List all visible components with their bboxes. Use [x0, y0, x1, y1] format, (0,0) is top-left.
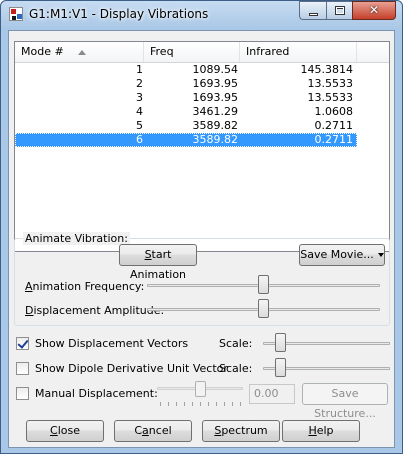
table-row[interactable]: 6 3589.82 0.2711	[15, 133, 357, 147]
displacement-amplitude-label: Displacement Amplitude:	[25, 304, 165, 317]
slider-tick	[160, 402, 161, 406]
close-window-button[interactable]: ✕	[352, 1, 396, 20]
infrared-cell: 1.0608	[314, 105, 354, 118]
maximize-icon	[335, 6, 345, 15]
list-body: 1 1089.54 145.3814 2 1693.95 13.5533 3 1693.95 1…	[15, 63, 389, 147]
table-row[interactable]: 5 3589.82 0.2711	[15, 119, 389, 133]
mode-cell: 2	[136, 77, 143, 90]
slider-tick	[200, 402, 201, 406]
freq-cell: 3461.29	[192, 105, 239, 118]
manual-displacement-value[interactable]: 0.00	[249, 384, 295, 404]
window-title: G1:M1:V1 - Display Vibrations	[29, 7, 209, 21]
slider-tick	[232, 402, 233, 406]
animation-frequency-slider[interactable]	[258, 275, 269, 294]
freq-cell: 1693.95	[192, 77, 239, 90]
help-button[interactable]: Help	[282, 420, 360, 442]
slider-tick	[168, 402, 169, 406]
column-header-freq[interactable]: Freq	[144, 42, 240, 62]
slider-tick	[176, 402, 177, 406]
animation-frequency-label: Animation Frequency:	[25, 280, 145, 293]
spectrum-button[interactable]: Spectrum	[202, 420, 280, 442]
checkmark-icon	[17, 337, 29, 349]
mode-cell: 4	[136, 105, 143, 118]
infrared-cell: 13.5533	[307, 77, 354, 90]
slider-tick	[192, 402, 193, 406]
minimize-icon	[309, 13, 318, 16]
table-row[interactable]: 4 3461.29 1.0608	[15, 105, 389, 119]
show-displacement-vectors-label: Show Displacement Vectors	[35, 337, 189, 350]
slider-tick	[216, 402, 217, 406]
close-icon: ✕	[368, 3, 380, 17]
vibration-modes-list[interactable]: Mode # Freq Infrared 1 1089.54 145.3814 2 16…	[14, 41, 390, 252]
title-bar[interactable]: G1:M1:V1 - Display Vibrations ✕	[1, 1, 402, 29]
slider-tick	[224, 402, 225, 406]
dipole-scale-slider[interactable]	[274, 358, 286, 377]
maximize-button[interactable]	[326, 1, 352, 20]
caption-buttons: ✕	[299, 1, 396, 21]
slider-tick	[240, 402, 241, 406]
mode-cell: 5	[136, 119, 143, 132]
list-header: Mode # Freq Infrared	[15, 42, 389, 63]
table-row[interactable]: 1 1089.54 145.3814	[15, 63, 389, 77]
displacement-scale-label: Scale:	[219, 337, 253, 350]
mode-cell: 1	[136, 63, 143, 76]
display-vibrations-window: G1:M1:V1 - Display Vibrations ✕ Mode # F…	[0, 0, 403, 454]
dialog-client-area: Mode # Freq Infrared 1 1089.54 145.3814 2 16…	[8, 30, 395, 448]
sort-ascending-icon	[77, 49, 86, 55]
slider-tick	[208, 402, 209, 406]
show-displacement-vectors-checkbox[interactable]	[16, 337, 29, 350]
close-button[interactable]: Close	[26, 420, 104, 442]
column-header-mode[interactable]: Mode #	[15, 42, 144, 62]
manual-displacement-ticks	[160, 402, 242, 406]
freq-cell: 3589.82	[192, 119, 239, 132]
show-dipole-derivative-checkbox[interactable]	[16, 362, 29, 375]
freq-cell: 1089.54	[192, 63, 239, 76]
manual-displacement-slider[interactable]	[194, 381, 206, 397]
displacement-scale-slider[interactable]	[274, 333, 286, 352]
freq-cell: 1693.95	[192, 91, 239, 104]
animate-vibration-label: Animate Vibration:	[23, 232, 130, 245]
save-movie-button[interactable]: Save Movie...	[299, 244, 385, 266]
cancel-button[interactable]: Cancel	[114, 420, 192, 442]
column-header-infrared[interactable]: Infrared	[240, 42, 357, 62]
manual-displacement-checkbox[interactable]	[16, 387, 29, 400]
table-row[interactable]: 3 1693.95 13.5533	[15, 91, 389, 105]
manual-displacement-label: Manual Displacement:	[35, 387, 158, 400]
mode-cell: 3	[136, 91, 143, 104]
start-animation-button[interactable]: Start Animation	[119, 244, 197, 281]
show-dipole-derivative-label: Show Dipole Derivative Unit Vector	[35, 362, 228, 375]
infrared-cell: 0.2711	[314, 119, 354, 132]
dropdown-arrow-icon	[377, 253, 384, 257]
minimize-button[interactable]	[299, 1, 326, 20]
dipole-scale-label: Scale:	[219, 362, 253, 375]
save-structure-button[interactable]: Save Structure...	[302, 383, 388, 420]
infrared-cell: 13.5533	[307, 91, 354, 104]
table-row[interactable]: 2 1693.95 13.5533	[15, 77, 389, 91]
displacement-amplitude-slider[interactable]	[258, 299, 269, 318]
infrared-cell: 145.3814	[300, 63, 354, 76]
gaussview-app-icon	[9, 7, 23, 21]
slider-tick	[184, 402, 185, 406]
